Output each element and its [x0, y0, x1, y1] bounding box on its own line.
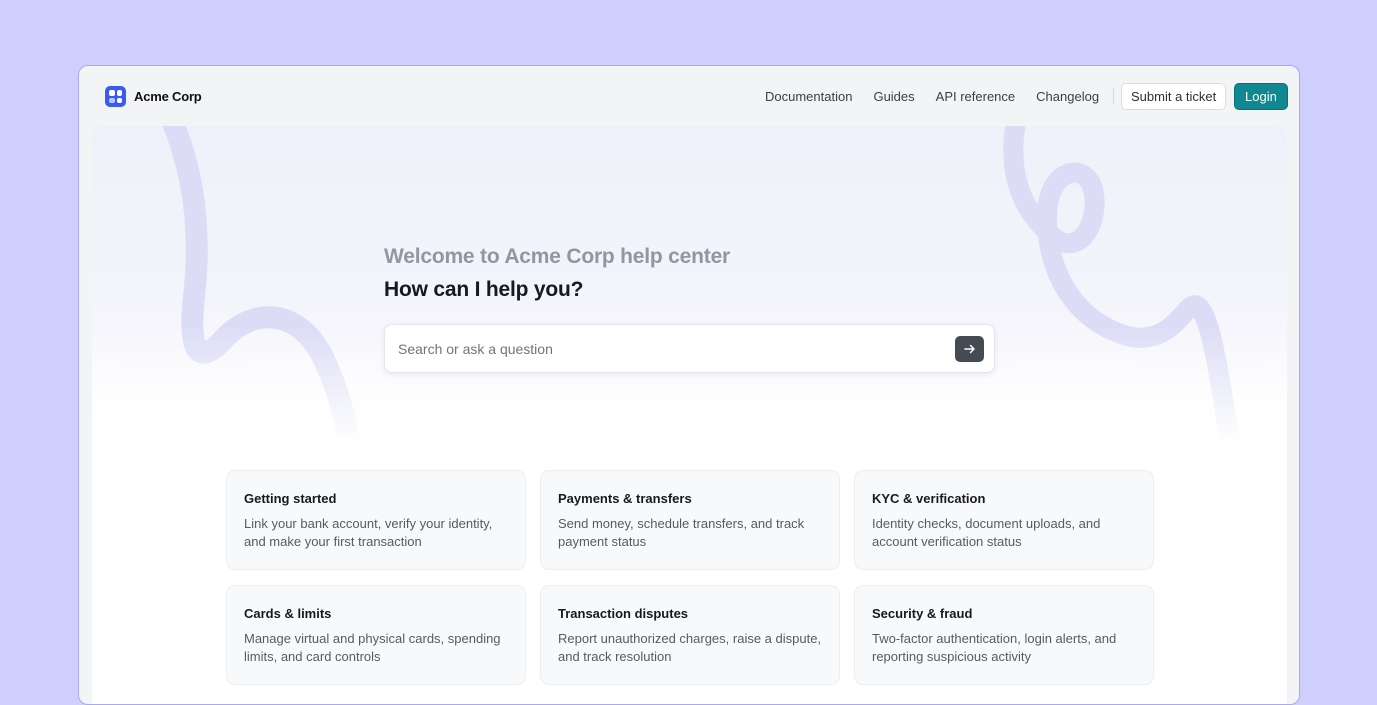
hero-title: How can I help you? [384, 278, 584, 301]
search-submit-button[interactable] [955, 336, 984, 362]
nav-link-documentation[interactable]: Documentation [765, 89, 852, 104]
card-description: Link your bank account, verify your iden… [244, 516, 493, 549]
search-input[interactable] [398, 325, 938, 372]
nav-link-changelog[interactable]: Changelog [1036, 89, 1099, 104]
brand-name: Acme Corp [134, 89, 202, 104]
login-button[interactable]: Login [1234, 83, 1288, 110]
category-card-security-fraud[interactable]: Security & fraud Two-factor authenticati… [854, 585, 1154, 685]
category-card-payments-transfers[interactable]: Payments & transfers Send money, schedul… [540, 470, 840, 570]
category-grid: Getting started Link your bank account, … [226, 470, 1154, 685]
top-navbar: Acme Corp Documentation Guides API refer… [79, 66, 1299, 126]
card-title: Cards & limits [244, 606, 332, 621]
category-card-kyc-verification[interactable]: KYC & verification Identity checks, docu… [854, 470, 1154, 570]
nav-divider [1113, 88, 1115, 104]
card-description: Two-factor authentication, login alerts,… [872, 631, 1117, 664]
card-title: Security & fraud [872, 606, 973, 621]
card-description: Report unauthorized charges, raise a dis… [558, 631, 822, 664]
category-card-cards-limits[interactable]: Cards & limits Manage virtual and physic… [226, 585, 526, 685]
card-description: Identity checks, document uploads, and a… [872, 516, 1101, 549]
nav-links: Documentation Guides API reference Chang… [765, 66, 1127, 126]
card-title: Transaction disputes [558, 606, 689, 621]
arrow-right-icon [963, 344, 975, 354]
hero-background [92, 126, 1287, 456]
category-card-transaction-disputes[interactable]: Transaction disputes Report unauthorized… [540, 585, 840, 685]
hero-subtitle: Welcome to Acme Corp help center [384, 245, 731, 268]
card-title: Getting started [244, 491, 337, 506]
card-description: Manage virtual and physical cards, spend… [244, 631, 501, 664]
brand-logo-icon [105, 86, 126, 107]
main-panel: Welcome to Acme Corp help center How can… [92, 126, 1287, 704]
search-box [384, 324, 995, 373]
card-title: KYC & verification [872, 491, 986, 506]
card-title: Payments & transfers [558, 491, 692, 506]
category-card-getting-started[interactable]: Getting started Link your bank account, … [226, 470, 526, 570]
nav-link-guides[interactable]: Guides [873, 89, 914, 104]
card-description: Send money, schedule transfers, and trac… [558, 516, 805, 549]
nav-link-api-reference[interactable]: API reference [936, 89, 1016, 104]
submit-ticket-button[interactable]: Submit a ticket [1121, 83, 1227, 110]
browser-frame: Acme Corp Documentation Guides API refer… [78, 65, 1300, 705]
brand[interactable]: Acme Corp [105, 86, 202, 107]
